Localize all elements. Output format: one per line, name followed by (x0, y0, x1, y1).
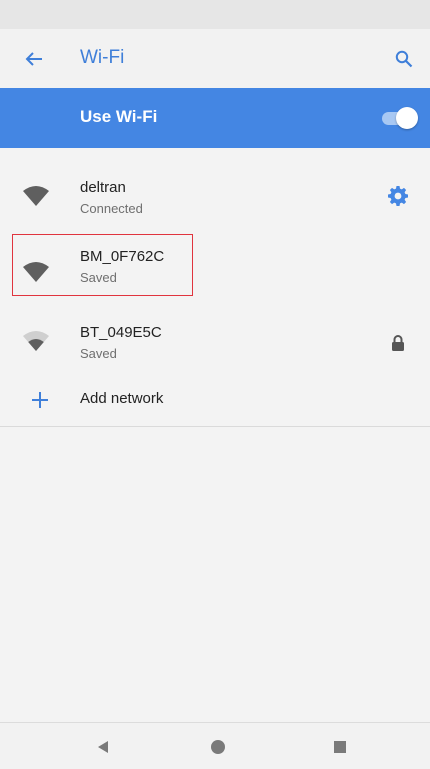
add-network-button[interactable]: Add network (0, 380, 430, 424)
nav-back-button[interactable] (93, 737, 113, 757)
plus-icon (32, 392, 48, 408)
search-icon (395, 50, 413, 68)
network-list: deltran Connected BM_0F762C Saved BT_049… (0, 148, 430, 722)
app-bar: Wi-Fi (0, 29, 430, 88)
wifi-switch[interactable] (382, 107, 418, 129)
home-icon (211, 740, 225, 754)
wifi-signal-weak-icon (23, 331, 49, 351)
divider (0, 426, 430, 427)
search-button[interactable] (390, 45, 418, 73)
gear-icon (388, 186, 408, 206)
page-title: Wi-Fi (80, 47, 125, 68)
network-status: Connected (80, 201, 143, 216)
wifi-signal-full-icon (23, 186, 49, 206)
status-bar (0, 0, 430, 29)
lock-icon (392, 335, 404, 351)
network-name: deltran (80, 179, 126, 196)
back-button[interactable] (20, 45, 48, 73)
arrow-left-icon (25, 52, 42, 66)
recents-icon (334, 741, 346, 753)
nav-home-button[interactable] (208, 737, 228, 757)
lock-indicator (386, 331, 410, 355)
switch-thumb (396, 107, 418, 129)
navigation-bar (0, 722, 430, 769)
back-icon (98, 741, 108, 753)
network-settings-button[interactable] (386, 184, 410, 208)
network-row-bt[interactable]: BT_049E5C Saved (0, 310, 430, 386)
network-status: Saved (80, 346, 117, 361)
add-network-label: Add network (80, 390, 164, 407)
network-row-deltran[interactable]: deltran Connected (0, 158, 430, 234)
use-wifi-label: Use Wi-Fi (80, 107, 158, 126)
use-wifi-toggle-row[interactable]: Use Wi-Fi (0, 88, 430, 148)
nav-recents-button[interactable] (330, 737, 350, 757)
network-name: BT_049E5C (80, 324, 162, 341)
highlight-box (12, 234, 193, 296)
